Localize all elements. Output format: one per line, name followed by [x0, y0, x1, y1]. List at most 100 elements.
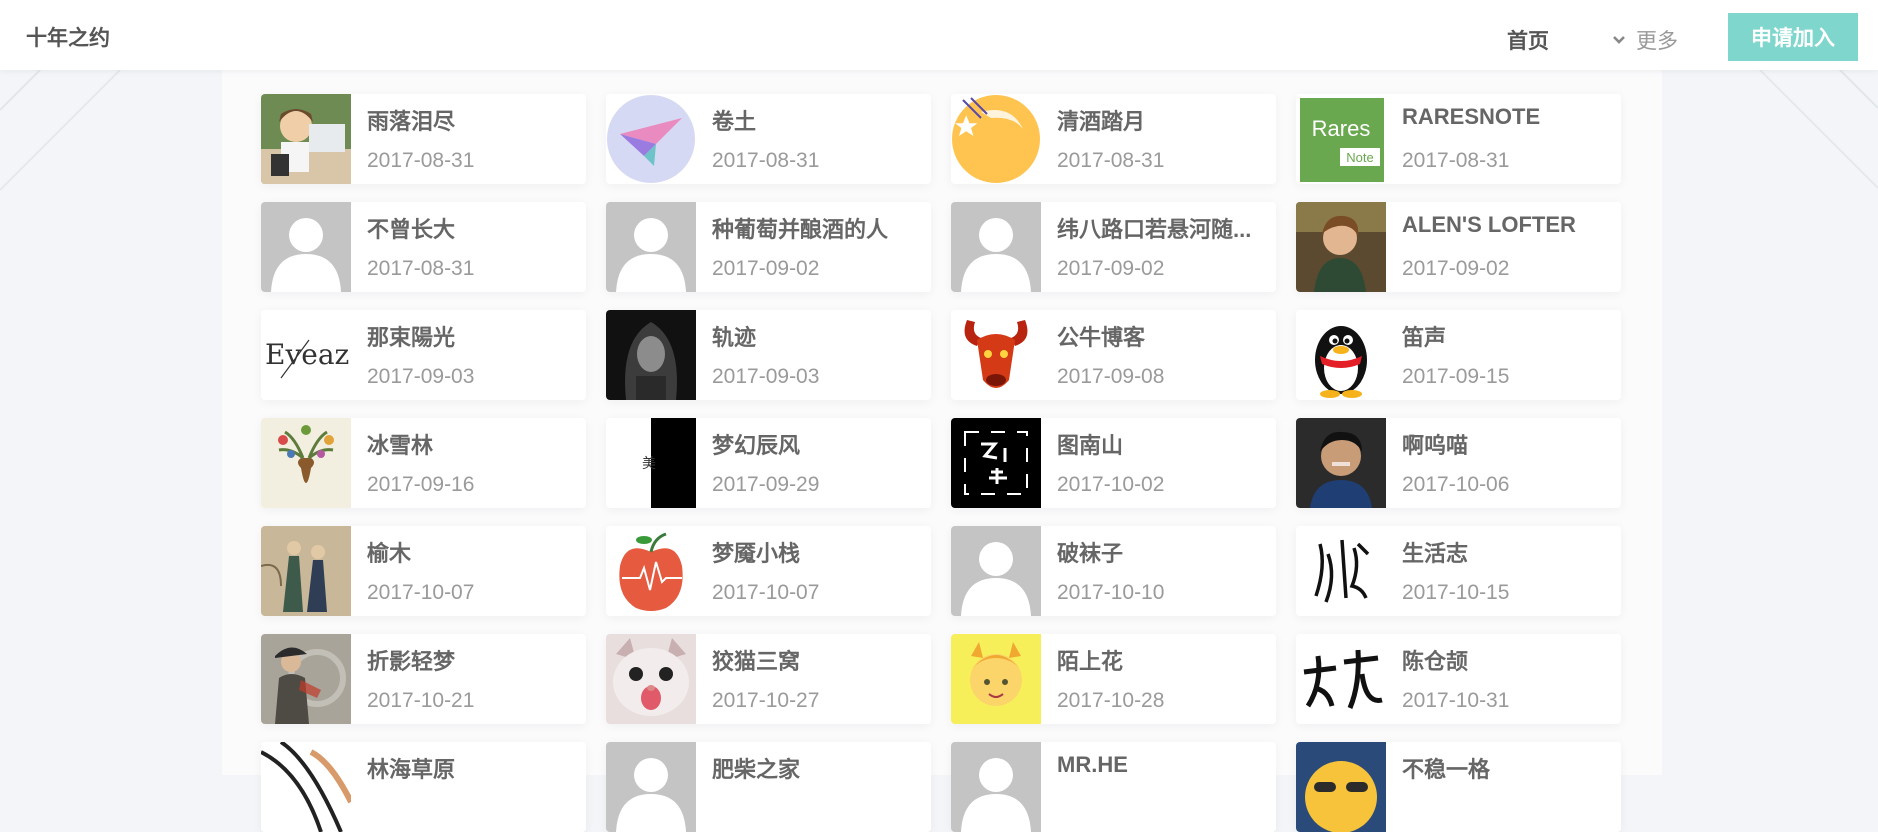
member-name[interactable]: 不稳一格 [1402, 752, 1612, 784]
member-name[interactable]: 清酒踏月 [1057, 104, 1267, 136]
member-avatar[interactable] [1296, 634, 1386, 724]
member-avatar[interactable] [951, 418, 1041, 508]
member-join-date: 2017-09-15 [1402, 365, 1510, 388]
member-card[interactable]: 轨迹 2017-09-03 [606, 310, 931, 400]
member-avatar[interactable] [951, 634, 1041, 724]
member-avatar[interactable] [261, 202, 351, 292]
member-name[interactable]: 纬八路口若悬河随... [1057, 212, 1267, 244]
member-avatar[interactable] [261, 94, 351, 184]
member-name[interactable]: 种葡萄并酿酒的人 [712, 212, 922, 244]
member-join-date: 2017-10-27 [712, 689, 820, 712]
member-card[interactable]: Eveaz 那束陽光 2017-09-03 [261, 310, 586, 400]
nav-home-link[interactable]: 首页 [1507, 25, 1549, 55]
member-avatar[interactable] [606, 634, 696, 724]
member-card[interactable]: 啊呜喵 2017-10-06 [1296, 418, 1621, 508]
member-name[interactable]: 梦幻辰风 [712, 428, 922, 460]
member-avatar[interactable] [261, 742, 351, 832]
member-card[interactable]: 梦魇小栈 2017-10-07 [606, 526, 931, 616]
member-name[interactable]: MR.HE [1057, 752, 1267, 778]
member-card[interactable]: 榆木 2017-10-07 [261, 526, 586, 616]
member-card[interactable]: 陈仓颉 2017-10-31 [1296, 634, 1621, 724]
member-avatar[interactable] [261, 634, 351, 724]
site-logo[interactable]: 十年之约 [26, 22, 110, 52]
member-avatar[interactable] [951, 526, 1041, 616]
member-name[interactable]: 公牛博客 [1057, 320, 1267, 352]
member-avatar[interactable] [951, 94, 1041, 184]
member-avatar[interactable] [951, 310, 1041, 400]
member-name[interactable]: 破袜子 [1057, 536, 1267, 568]
member-card[interactable]: 折影轻梦 2017-10-21 [261, 634, 586, 724]
member-card[interactable]: 破袜子 2017-10-10 [951, 526, 1276, 616]
member-avatar[interactable] [606, 94, 696, 184]
member-card[interactable]: 不曾长大 2017-08-31 [261, 202, 586, 292]
member-card[interactable]: MR.HE [951, 742, 1276, 832]
member-name[interactable]: RARESNOTE [1402, 104, 1612, 130]
member-name[interactable]: ALEN'S LOFTER [1402, 212, 1612, 238]
member-avatar[interactable] [951, 202, 1041, 292]
member-card[interactable]: 狡猫三窝 2017-10-27 [606, 634, 931, 724]
member-avatar[interactable] [1296, 418, 1386, 508]
member-name[interactable]: 啊呜喵 [1402, 428, 1612, 460]
member-card[interactable]: 美 梦幻辰风 2017-09-29 [606, 418, 931, 508]
member-name[interactable]: 陈仓颉 [1402, 644, 1612, 676]
member-name[interactable]: 折影轻梦 [367, 644, 577, 676]
member-avatar[interactable] [606, 526, 696, 616]
member-name[interactable]: 笛声 [1402, 320, 1612, 352]
member-card[interactable]: 林海草原 [261, 742, 586, 832]
member-avatar[interactable] [1296, 526, 1386, 616]
member-name[interactable]: 肥柴之家 [712, 752, 922, 784]
member-name[interactable]: 不曾长大 [367, 212, 577, 244]
member-card[interactable]: 图南山 2017-10-02 [951, 418, 1276, 508]
member-name[interactable]: 轨迹 [712, 320, 922, 352]
member-avatar[interactable]: Rares Note [1296, 94, 1386, 184]
member-name[interactable]: 图南山 [1057, 428, 1267, 460]
member-card[interactable]: 雨落泪尽 2017-08-31 [261, 94, 586, 184]
member-card[interactable]: ALEN'S LOFTER 2017-09-02 [1296, 202, 1621, 292]
member-card[interactable]: 清酒踏月 2017-08-31 [951, 94, 1276, 184]
member-card[interactable]: 种葡萄并酿酒的人 2017-09-02 [606, 202, 931, 292]
member-card[interactable]: 冰雪林 2017-09-16 [261, 418, 586, 508]
apply-join-button[interactable]: 申请加入 [1728, 13, 1858, 61]
member-avatar[interactable] [1296, 742, 1386, 832]
member-join-date: 2017-10-07 [712, 581, 820, 604]
member-avatar[interactable] [261, 418, 351, 508]
member-join-date: 2017-09-16 [367, 473, 475, 496]
member-card[interactable]: 肥柴之家 [606, 742, 931, 832]
member-avatar[interactable] [606, 742, 696, 832]
member-avatar[interactable]: Eveaz [261, 310, 351, 400]
member-card[interactable]: Rares Note RARESNOTE 2017-08-31 [1296, 94, 1621, 184]
member-card[interactable]: 陌上花 2017-10-28 [951, 634, 1276, 724]
member-name[interactable]: 那束陽光 [367, 320, 577, 352]
member-avatar[interactable] [1296, 202, 1386, 292]
member-avatar[interactable] [261, 526, 351, 616]
member-join-date: 2017-10-15 [1402, 581, 1510, 604]
member-name[interactable]: 生活志 [1402, 536, 1612, 568]
member-join-date: 2017-10-02 [1057, 473, 1165, 496]
member-avatar[interactable] [606, 202, 696, 292]
member-avatar[interactable] [1296, 310, 1386, 400]
member-name[interactable]: 陌上花 [1057, 644, 1267, 676]
member-join-date: 2017-09-03 [367, 365, 475, 388]
member-avatar[interactable] [606, 310, 696, 400]
member-card[interactable]: 生活志 2017-10-15 [1296, 526, 1621, 616]
member-name[interactable]: 卷土 [712, 104, 922, 136]
member-name[interactable]: 冰雪林 [367, 428, 577, 460]
avatar-logo-text: Rares [1312, 116, 1371, 141]
member-avatar[interactable]: 美 [606, 418, 696, 508]
member-join-date: 2017-09-08 [1057, 365, 1165, 388]
member-join-date: 2017-08-31 [1057, 149, 1165, 172]
member-card[interactable]: 卷土 2017-08-31 [606, 94, 931, 184]
member-card[interactable]: 不稳一格 [1296, 742, 1621, 832]
member-card[interactable]: 笛声 2017-09-15 [1296, 310, 1621, 400]
member-name[interactable]: 梦魇小栈 [712, 536, 922, 568]
member-name[interactable]: 林海草原 [367, 752, 577, 784]
member-avatar[interactable] [951, 742, 1041, 832]
member-card[interactable]: 公牛博客 2017-09-08 [951, 310, 1276, 400]
chevron-down-icon [1613, 36, 1625, 44]
member-card[interactable]: 纬八路口若悬河随... 2017-09-02 [951, 202, 1276, 292]
member-join-date: 2017-08-31 [1402, 149, 1510, 172]
nav-more-dropdown[interactable]: 更多 [1612, 25, 1678, 55]
member-name[interactable]: 榆木 [367, 536, 577, 568]
member-name[interactable]: 狡猫三窝 [712, 644, 922, 676]
member-name[interactable]: 雨落泪尽 [367, 104, 577, 136]
